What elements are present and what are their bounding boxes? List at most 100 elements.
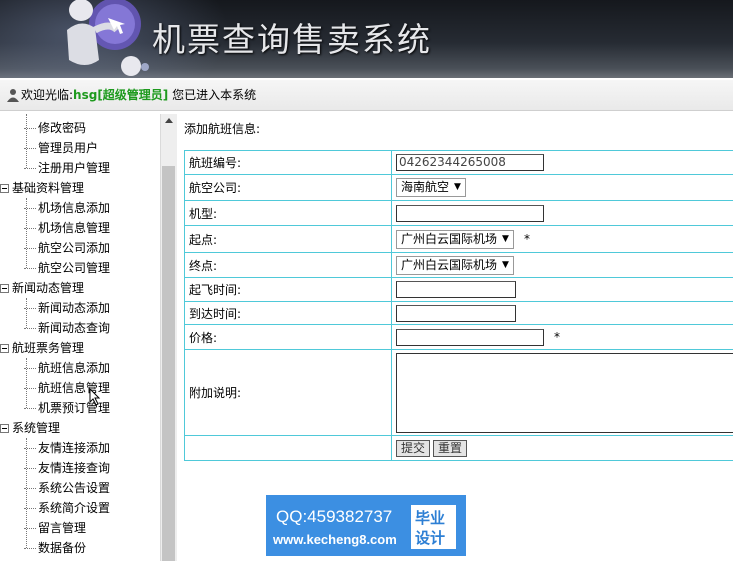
- flight-no-input[interactable]: [396, 154, 544, 171]
- airline-select[interactable]: 海南航空 ▼: [396, 178, 466, 197]
- sidebar-item[interactable]: 注册用户管理: [24, 158, 110, 178]
- dropdown-arrow-icon: ▼: [502, 233, 509, 244]
- airline-selected-value: 海南航空: [401, 180, 450, 194]
- sidebar-item[interactable]: 管理员用户: [24, 138, 98, 158]
- sidebar-item[interactable]: 机场信息添加: [24, 198, 110, 218]
- reset-button[interactable]: 重置: [433, 439, 468, 457]
- price-input[interactable]: [396, 328, 544, 346]
- welcome-bar: 欢迎光临:hsg[超级管理员] 您已进入本系统: [0, 80, 733, 111]
- sidebar-group[interactable]: 基础资料管理: [0, 178, 84, 198]
- tree-branch-line: [24, 167, 36, 170]
- origin-label: 起点:: [184, 225, 392, 253]
- sidebar-scrollbar[interactable]: [160, 114, 177, 561]
- scroll-up-arrow-icon[interactable]: [165, 118, 173, 123]
- sidebar-item-label: 系统简介设置: [38, 501, 111, 515]
- app-header: 机票查询售卖系统: [0, 0, 733, 78]
- airline-label: 航空公司:: [184, 174, 392, 201]
- notes-label: 附加说明:: [184, 349, 392, 436]
- tree-branch-line: [24, 227, 36, 230]
- sidebar-item-label: 基础资料管理: [12, 181, 85, 195]
- add-flight-form: 航班编号: 航空公司: 海南航空 ▼ 机型: 起点: 广州白云国际机场 ▼ * 终点:…: [184, 150, 733, 461]
- tree-branch-line: [24, 327, 36, 330]
- sidebar-item[interactable]: 航空公司管理: [24, 258, 110, 278]
- collapse-minus-icon[interactable]: [0, 184, 9, 193]
- mouse-cursor-icon: [89, 388, 101, 406]
- sidebar-item-label: 机场信息添加: [38, 201, 111, 215]
- sidebar-item-label: 注册用户管理: [38, 161, 111, 175]
- sidebar-nav: 修改密码 管理员用户 注册用户管理 基础资料管理 机场信息添加 机场信息管理 航空公司添加航…: [0, 114, 160, 561]
- tree-branch-line: [24, 207, 36, 210]
- sidebar-item[interactable]: 新闻动态查询: [24, 318, 110, 338]
- sidebar-item[interactable]: 修改密码: [24, 118, 86, 138]
- tree-branch-line: [24, 267, 36, 270]
- app-title: 机票查询售卖系统: [152, 20, 432, 59]
- sidebar-item-label: 新闻动态查询: [38, 321, 111, 335]
- sidebar-item-label: 系统管理: [12, 421, 61, 435]
- tree-branch-line: [24, 407, 36, 410]
- watermark-qq: QQ:459382737: [276, 507, 393, 526]
- submit-button[interactable]: 提交: [396, 439, 431, 457]
- destination-label: 终点:: [184, 252, 392, 278]
- destination-select[interactable]: 广州白云国际机场 ▼: [396, 255, 514, 275]
- depart-time-label: 起飞时间:: [184, 277, 392, 302]
- sidebar-item-label: 数据备份: [38, 541, 87, 555]
- watermark-badge-line2: 设计: [415, 529, 446, 547]
- sidebar-item-label: 机场信息管理: [38, 221, 111, 235]
- origin-select[interactable]: 广州白云国际机场 ▼: [396, 229, 514, 249]
- price-label: 价格:: [184, 324, 392, 350]
- sidebar-item-label: 航空公司添加: [38, 241, 111, 255]
- sidebar-item[interactable]: 友情连接添加: [24, 438, 110, 458]
- depart-time-input[interactable]: [396, 281, 516, 298]
- sidebar-item[interactable]: 数据备份: [24, 538, 86, 558]
- sidebar-item-label: 修改密码: [38, 121, 87, 135]
- sidebar-item[interactable]: 友情连接查询: [24, 458, 110, 478]
- destination-selected-value: 广州白云国际机场: [401, 257, 498, 272]
- collapse-minus-icon[interactable]: [0, 284, 9, 293]
- sidebar-item[interactable]: 系统简介设置: [24, 498, 110, 518]
- sidebar-item[interactable]: 系统公告设置: [24, 478, 110, 498]
- sidebar-item-label: 新闻动态管理: [12, 281, 85, 295]
- sidebar-item[interactable]: 新闻动态添加: [24, 298, 110, 318]
- watermark-badge: 毕业 设计: [411, 505, 456, 549]
- sidebar-group[interactable]: 航班票务管理: [0, 338, 84, 358]
- origin-selected-value: 广州白云国际机场: [401, 231, 498, 246]
- sidebar-item-label: 航班信息添加: [38, 361, 111, 375]
- tree-branch-line: [24, 487, 36, 490]
- required-marker: *: [523, 231, 530, 246]
- sidebar-item-label: 系统公告设置: [38, 481, 111, 495]
- sidebar-group[interactable]: 新闻动态管理: [0, 278, 84, 298]
- scrollbar-thumb[interactable]: [162, 166, 175, 561]
- watermark-banner: QQ:459382737 www.kecheng8.com 毕业 设计: [266, 495, 466, 556]
- sidebar-item-label: 友情连接查询: [38, 461, 111, 475]
- tree-branch-line: [24, 127, 36, 130]
- user-icon: [7, 89, 19, 102]
- tree-branch-line: [24, 447, 36, 450]
- flight-no-label: 航班编号:: [184, 150, 392, 175]
- sidebar-item-label: 航班票务管理: [12, 341, 85, 355]
- notes-textarea[interactable]: [396, 352, 733, 433]
- sidebar-item[interactable]: 航空公司添加: [24, 238, 110, 258]
- sidebar-item[interactable]: 留言管理: [24, 518, 86, 538]
- dropdown-arrow-icon: ▼: [502, 259, 509, 270]
- sidebar-item-label: 友情连接添加: [38, 441, 111, 455]
- watermark-url: www.kecheng8.com: [273, 532, 397, 547]
- collapse-minus-icon[interactable]: [0, 344, 9, 353]
- tree-branch-line: [24, 507, 36, 510]
- sidebar-group[interactable]: 系统管理: [0, 418, 60, 438]
- sidebar-item[interactable]: 机场信息管理: [24, 218, 110, 238]
- arrive-time-input[interactable]: [396, 304, 516, 322]
- tree-branch-line: [24, 527, 36, 530]
- sidebar-item-label: 航空公司管理: [38, 261, 111, 275]
- sidebar-item[interactable]: 航班信息添加: [24, 358, 110, 378]
- model-input[interactable]: [396, 204, 544, 222]
- actions-label-cell: [184, 435, 392, 461]
- tree-branch-line: [24, 147, 36, 150]
- sidebar-item-label: 新闻动态添加: [38, 301, 111, 315]
- welcome-username: hsg[超级管理员]: [73, 88, 169, 102]
- required-marker: *: [554, 329, 560, 344]
- tree-branch-line: [24, 547, 36, 550]
- model-label: 机型:: [184, 200, 392, 226]
- logo-figure-icon: [67, 0, 149, 76]
- tree-branch-line: [24, 247, 36, 250]
- collapse-minus-icon[interactable]: [0, 424, 9, 433]
